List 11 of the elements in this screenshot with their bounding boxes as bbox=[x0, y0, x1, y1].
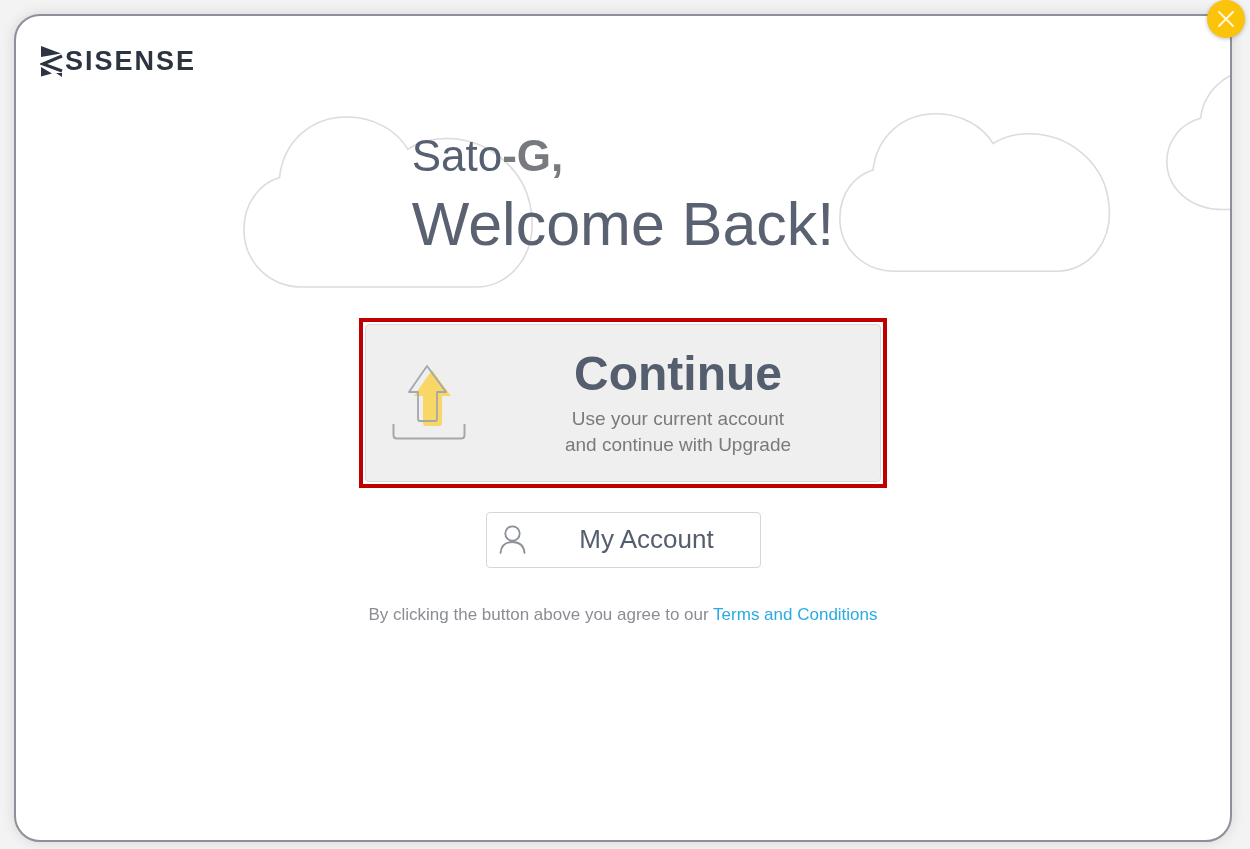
my-account-button[interactable]: My Account bbox=[485, 512, 761, 568]
close-button[interactable] bbox=[1207, 0, 1245, 38]
user-name: Sato-G, bbox=[411, 130, 565, 182]
person-icon bbox=[498, 525, 526, 555]
terms-text: By clicking the button above you agree to our Terms and Conditions bbox=[368, 604, 878, 626]
welcome-heading: Welcome Back! bbox=[411, 188, 835, 260]
logo-text: SISENSE bbox=[65, 48, 197, 75]
close-icon bbox=[1218, 11, 1234, 27]
upload-icon bbox=[392, 365, 466, 441]
continue-button[interactable]: Continue Use your current account and continue with Upgrade bbox=[365, 324, 881, 482]
logo-icon bbox=[40, 46, 63, 77]
